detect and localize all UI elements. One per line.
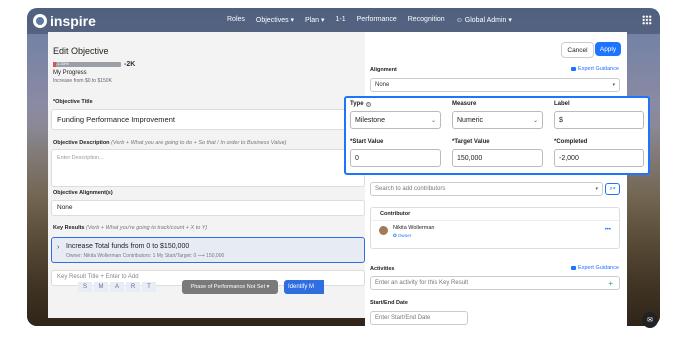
target-value-input[interactable]: 150,000	[452, 149, 543, 167]
smart-m[interactable]: M	[94, 282, 108, 292]
measure-select[interactable]: Numeric ⌄	[452, 111, 543, 129]
objective-title-label: *Objective Title	[53, 99, 93, 105]
objective-title-input[interactable]: Funding Performance Improvement	[51, 109, 365, 130]
apply-button[interactable]: Apply	[595, 42, 621, 56]
contributor-name: Nikita Wollerman	[393, 225, 435, 231]
avatar	[379, 226, 388, 235]
video-icon	[571, 67, 577, 71]
nav-performance[interactable]: Performance	[357, 16, 397, 24]
chevron-down-icon: ⌄	[430, 117, 436, 124]
video-icon	[571, 266, 577, 270]
start-value-input[interactable]: 0	[350, 149, 441, 167]
add-icon[interactable]: +	[608, 279, 613, 288]
logo-icon	[33, 14, 47, 28]
type-select[interactable]: Milestone ⌄	[350, 111, 441, 129]
dates-label: Start/End Date	[370, 300, 408, 306]
smart-t[interactable]: T	[142, 282, 156, 292]
description-label: Objective Description (Verb + What you a…	[53, 140, 287, 146]
target-value-field: *Target Value 150,000	[452, 139, 543, 167]
nav-one-on-one[interactable]: 1-1	[336, 16, 346, 24]
type-field: Type? Milestone ⌄	[350, 101, 441, 129]
chevron-right-icon[interactable]: ›	[57, 244, 59, 251]
apps-grid-icon[interactable]	[642, 15, 652, 25]
info-icon[interactable]: ?	[365, 101, 371, 107]
contributor-table: Contributor Nikita Wollerman ✪ Owner •••	[370, 207, 620, 249]
key-result-settings-popup: Type? Milestone ⌄ Measure Numeric ⌄ Label …	[344, 96, 650, 175]
chevron-down-icon: ⌄	[532, 117, 538, 124]
smart-a[interactable]: A	[110, 282, 124, 292]
progress-percent: -1.33%	[56, 61, 69, 66]
top-nav-bar: inspire Roles Objectives ▾ Plan ▾ 1-1 Pe…	[27, 8, 660, 34]
alignment-label: Alignment	[370, 67, 397, 73]
smart-s[interactable]: S	[78, 282, 92, 292]
nav-plan[interactable]: Plan ▾	[305, 16, 324, 24]
chat-icon[interactable]: ✉	[642, 312, 658, 328]
completed-field: *Completed -2,000	[554, 139, 644, 167]
description-input[interactable]: Enter Description...	[51, 149, 365, 187]
measure-field: Measure Numeric ⌄	[452, 101, 543, 129]
owner-badge: ✪ Owner	[393, 233, 412, 238]
progress-description: Increase from $0 to $150K	[53, 78, 112, 84]
nav-recognition[interactable]: Recognition	[408, 16, 445, 24]
chevron-down-icon: ▾	[612, 82, 615, 88]
my-progress-label: My Progress	[53, 70, 87, 76]
phase-dropdown[interactable]: Phase of Performance Not Set ▾	[182, 280, 278, 294]
divider	[371, 220, 619, 221]
key-result-item[interactable]: › Increase Total funds from 0 to $150,00…	[51, 237, 365, 263]
date-range-input[interactable]: Enter Start/End Date	[370, 311, 468, 325]
key-results-label: Key Results (Verb + What you're going to…	[53, 225, 208, 231]
progress-bar: -1.33%	[53, 61, 121, 67]
edit-objective-panel: Edit Objective -1.33% -2K My Progress In…	[48, 32, 365, 318]
page-title: Edit Objective	[53, 46, 109, 56]
contributor-header: Contributor	[380, 211, 411, 217]
expert-guidance-link[interactable]: Expert Guidance	[571, 265, 619, 271]
smart-indicators: S M A R T	[78, 282, 156, 292]
identify-button[interactable]: Identify M	[284, 280, 324, 294]
main-nav: Roles Objectives ▾ Plan ▾ 1-1 Performanc…	[227, 16, 512, 24]
key-result-meta: Owner: Nikita Wollerman Contributors: 1 …	[66, 253, 225, 259]
completed-input[interactable]: -2,000	[554, 149, 644, 167]
activity-input[interactable]: Enter an activity for this Key Result +	[370, 276, 620, 290]
nav-objectives[interactable]: Objectives ▾	[256, 16, 294, 24]
nav-roles[interactable]: Roles	[227, 16, 245, 24]
cancel-button[interactable]: Cancel	[561, 42, 594, 58]
progress-value: -2K	[124, 61, 136, 68]
logo-text: inspire	[50, 13, 96, 29]
alignment-select[interactable]: None ▾	[370, 78, 620, 92]
activities-label: Activities	[370, 266, 395, 272]
more-options-icon[interactable]: •••	[605, 227, 611, 233]
search-contributor-button[interactable]: ⌕▾	[605, 183, 620, 195]
contributor-search-input[interactable]: Search to add contributors ▾	[370, 182, 603, 196]
start-value-field: *Start Value 0	[350, 139, 441, 167]
app-logo[interactable]: inspire	[33, 13, 96, 29]
chevron-down-icon: ▾	[595, 186, 598, 192]
label-field: Label $	[554, 101, 644, 129]
key-result-title: Increase Total funds from 0 to $150,000	[66, 243, 190, 250]
alignment-label: Objective Alignment(s)	[53, 190, 113, 196]
key-result-detail-panel: Cancel Apply Alignment Expert Guidance N…	[365, 32, 627, 326]
nav-global-admin[interactable]: ☺ Global Admin ▾	[456, 16, 512, 24]
alignment-input[interactable]: None	[51, 200, 365, 216]
smart-r[interactable]: R	[126, 282, 140, 292]
expert-guidance-link[interactable]: Expert Guidance	[571, 66, 619, 72]
label-input[interactable]: $	[554, 111, 644, 129]
